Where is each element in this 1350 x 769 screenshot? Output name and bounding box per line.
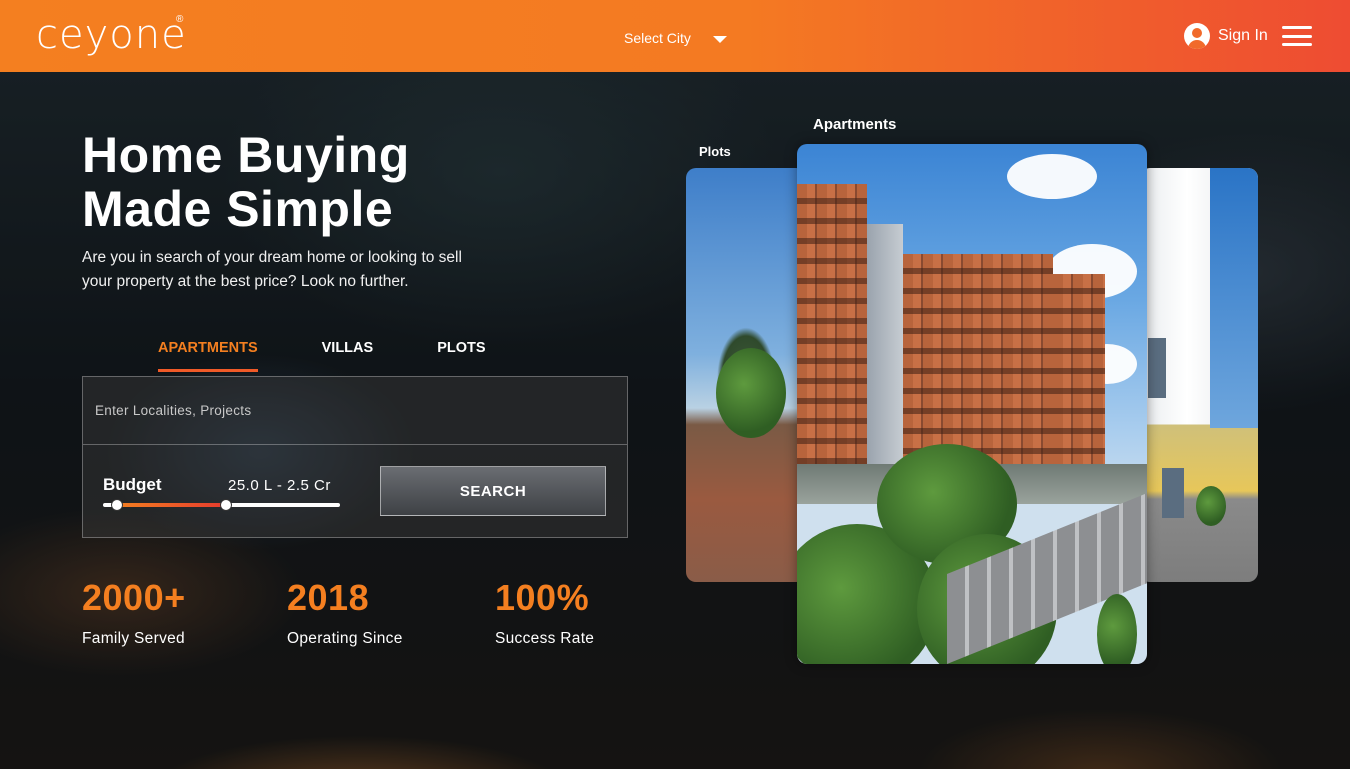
apartment-tower-image: [1053, 274, 1105, 484]
stat-label: Family Served: [82, 630, 185, 647]
apartment-core-image: [867, 224, 903, 474]
carousel-label-apartments: Apartments: [813, 116, 897, 133]
hero-title: Home Buying Made Simple: [82, 127, 410, 237]
sign-in-button[interactable]: Sign In: [1184, 23, 1268, 49]
menu-bar: [1282, 26, 1312, 29]
tab-villas[interactable]: VILLAS: [322, 340, 374, 372]
stat-success-rate: 100% Success Rate: [495, 578, 594, 648]
tab-plots[interactable]: PLOTS: [437, 340, 485, 372]
stat-value: 100%: [495, 577, 590, 618]
sign-in-label: Sign In: [1218, 27, 1268, 44]
carousel-label-plots: Plots: [699, 144, 731, 159]
city-selector-label: Select City: [624, 30, 691, 46]
search-button[interactable]: SEARCH: [380, 466, 606, 516]
locality-search-input[interactable]: [83, 377, 627, 445]
stat-label: Success Rate: [495, 630, 595, 647]
budget-slider[interactable]: [103, 499, 340, 511]
stat-label: Operating Since: [287, 630, 403, 647]
stat-family-served: 2000+ Family Served: [82, 578, 186, 648]
stat-value: 2000+: [82, 577, 186, 618]
menu-bar: [1282, 43, 1312, 46]
registered-mark: ®: [176, 14, 184, 25]
budget-range-value: 25.0 L - 2.5 Cr: [228, 477, 331, 494]
budget-label: Budget: [103, 475, 162, 494]
property-type-tabs: APARTMENTS VILLAS PLOTS: [158, 340, 486, 372]
apartment-tower-image: [797, 184, 867, 474]
menu-bar: [1282, 34, 1312, 38]
carousel-card-villas[interactable]: [1140, 168, 1258, 582]
city-selector[interactable]: Select City: [624, 30, 727, 46]
user-circle-icon: [1184, 23, 1210, 49]
hero-subtitle: Are you in search of your dream home or …: [82, 249, 462, 290]
carousel-card-plots[interactable]: [686, 168, 806, 582]
villa-sky-image: [1210, 168, 1258, 428]
villa-window-image: [1162, 468, 1184, 518]
caret-down-icon: [712, 35, 727, 43]
tab-apartments[interactable]: APARTMENTS: [158, 340, 258, 372]
hamburger-menu-icon[interactable]: [1282, 26, 1312, 46]
tree-image: [716, 348, 786, 438]
stat-value: 2018: [287, 577, 370, 618]
budget-slider-max-handle[interactable]: [220, 499, 233, 511]
cloud-image: [1007, 154, 1097, 199]
cypress-tree-image: [1097, 594, 1137, 664]
carousel-card-apartments[interactable]: [797, 144, 1147, 664]
villa-shrub-image: [1196, 486, 1226, 526]
brand-logo[interactable]: ceyone: [36, 12, 187, 58]
top-header: ceyone ® Select City Sign In: [0, 0, 1350, 72]
villa-window-image: [1148, 338, 1166, 398]
budget-slider-fill: [117, 503, 227, 507]
stat-operating-since: 2018 Operating Since: [287, 578, 403, 648]
budget-slider-min-handle[interactable]: [111, 499, 124, 511]
search-panel: Budget 25.0 L - 2.5 Cr SEARCH: [82, 376, 628, 538]
